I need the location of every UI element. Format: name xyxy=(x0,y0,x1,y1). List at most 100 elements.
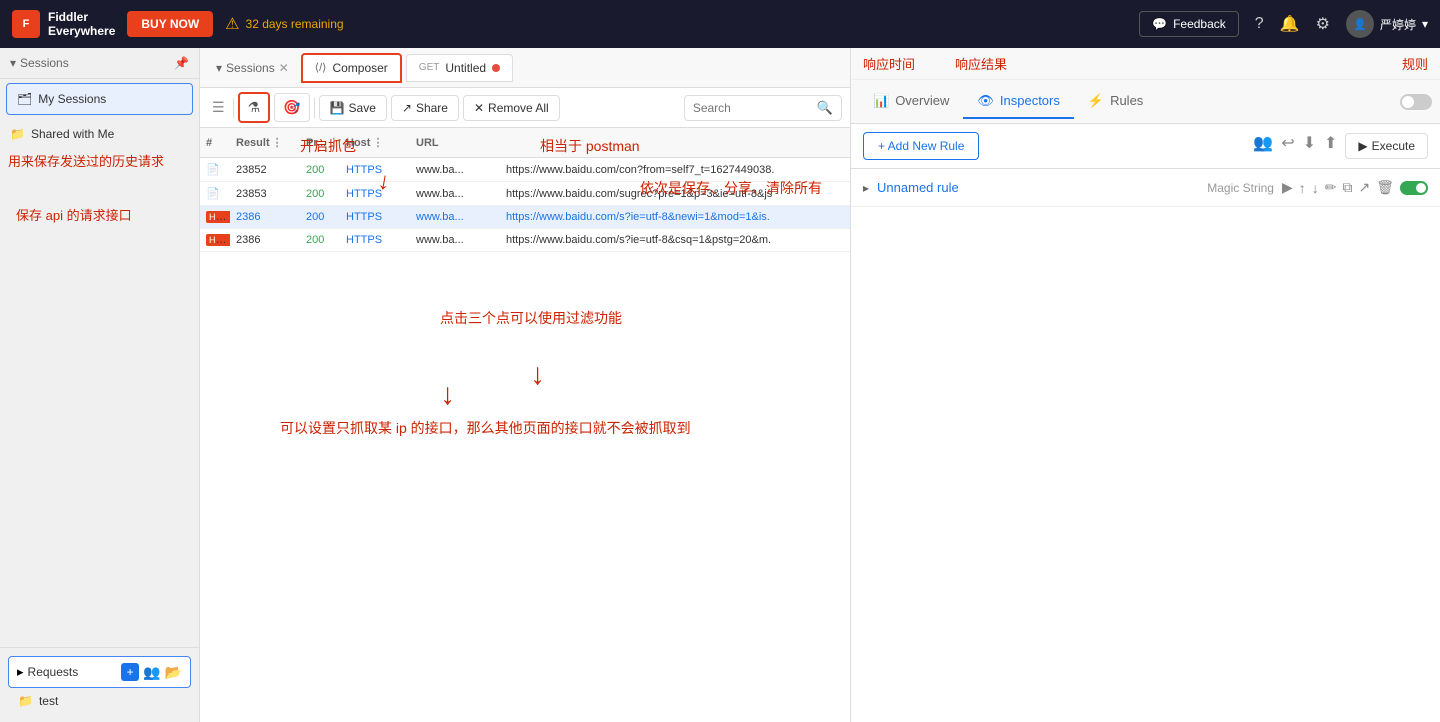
help-icon[interactable]: ? xyxy=(1255,15,1264,33)
pin-icon[interactable]: 📌 xyxy=(174,56,189,70)
remove-all-button[interactable]: ✕ Remove All xyxy=(463,95,560,121)
sessions-label: Sessions xyxy=(20,56,69,70)
bell-icon[interactable]: 🔔 xyxy=(1280,14,1300,34)
unsaved-dot xyxy=(492,64,500,72)
up-rule-icon[interactable]: ↑ xyxy=(1299,180,1306,196)
close-icon[interactable]: ✕ xyxy=(279,61,289,75)
user-area[interactable]: 👤 严婷婷 ▾ xyxy=(1346,10,1428,38)
col-url: URL xyxy=(410,132,500,153)
save-icon: 💾 xyxy=(330,101,345,115)
export-rule-icon[interactable]: ↗ xyxy=(1358,179,1370,196)
rules-tab[interactable]: ⚡ Rules xyxy=(1074,85,1157,119)
add-request-icon[interactable]: + xyxy=(121,663,139,681)
get-badge: GET xyxy=(419,62,440,73)
td-result: 200 xyxy=(300,159,340,181)
buy-now-button[interactable]: BUY NOW xyxy=(127,11,213,37)
table-row[interactable]: 📄 23852 200 HTTPS www.ba... https://www.… xyxy=(200,158,850,182)
td-icon: HTML xyxy=(200,229,230,251)
share-button[interactable]: ↗ Share xyxy=(391,95,459,121)
col-result: Result ⋮ xyxy=(230,132,300,153)
copy-rule-icon[interactable]: ⧉ xyxy=(1342,179,1352,196)
chevron-right-icon: ▸ xyxy=(17,664,24,680)
table-header: # Result ⋮ Pr... ⋮ Host ⋮ URL xyxy=(200,128,850,158)
folder-icon: 🗂 xyxy=(17,92,32,106)
upload-icon[interactable]: ⬆ xyxy=(1324,133,1337,159)
users-icon[interactable]: 👥 xyxy=(143,664,160,681)
folder-icon: 📁 xyxy=(18,694,33,708)
td-protocol: HTTPS xyxy=(340,183,410,205)
composer-tab[interactable]: ⟨/⟩ Composer xyxy=(301,53,402,83)
sessions-tab[interactable]: ▾ Sessions ✕ xyxy=(208,57,297,79)
share-folder-icon: 📁 xyxy=(10,127,25,141)
td-host: www.ba... xyxy=(410,229,500,251)
left-sidebar: ▾ Sessions 📌 🗂 My Sessions 📁 Shared with… xyxy=(0,48,200,722)
target-button[interactable]: 🎯 xyxy=(274,93,309,122)
td-result: 200 xyxy=(300,229,340,251)
traffic-toolbar: ☰ ⚗ 🎯 💾 Save ↗ Share ✕ Remove All 🔍 xyxy=(200,88,850,128)
sessions-table: # Result ⋮ Pr... ⋮ Host ⋮ URL xyxy=(200,128,850,722)
test-folder[interactable]: 📁 test xyxy=(8,688,191,714)
td-result: 200 xyxy=(300,183,340,205)
save-button[interactable]: 💾 Save xyxy=(319,95,387,121)
rule-type: Magic String xyxy=(1207,181,1274,195)
overview-tab[interactable]: 📊 Overview xyxy=(859,85,963,119)
rules-toolbar: + Add New Rule 👥 ↩ ⬇ ⬆ ▶ Execute xyxy=(851,124,1440,169)
tab-bar: ▾ Sessions ✕ ⟨/⟩ Composer GET Untitled xyxy=(200,48,850,88)
annotation-save-api: 保存 api 的请求接口 xyxy=(8,203,191,229)
td-icon: HTML xyxy=(200,206,230,228)
download-icon[interactable]: ⬇ xyxy=(1303,133,1316,159)
table-row[interactable]: 📄 23853 200 HTTPS www.ba... https://www.… xyxy=(200,182,850,206)
avatar: 👤 xyxy=(1346,10,1374,38)
execute-button[interactable]: ▶ Execute xyxy=(1345,133,1428,159)
settings-icon[interactable]: ⚙ xyxy=(1316,14,1330,34)
rule-toggle[interactable] xyxy=(1400,181,1428,195)
rule-chevron-icon[interactable]: ▸ xyxy=(863,181,869,195)
chevron-down-icon: ▾ xyxy=(216,61,222,75)
col-number: # xyxy=(200,132,230,153)
rule-item[interactable]: ▸ Unnamed rule Magic String ▶ ↑ ↓ ✏ ⧉ ↗ … xyxy=(851,169,1440,207)
td-protocol: HTTPS xyxy=(340,229,410,251)
table-row[interactable]: HTML 2386 200 HTTPS www.ba... https://ww… xyxy=(200,206,850,229)
logo-text: Fiddler Everywhere xyxy=(48,10,115,39)
edit-rule-icon[interactable]: ✏ xyxy=(1325,179,1337,196)
feedback-button[interactable]: 💬 Feedback xyxy=(1139,11,1239,37)
composer-tab-label: Composer xyxy=(332,61,387,75)
untitled-tab-label: Untitled xyxy=(445,61,486,75)
table-row[interactable]: HTML 2386 200 HTTPS www.ba... https://ww… xyxy=(200,229,850,252)
test-folder-label: test xyxy=(39,694,58,708)
delete-rule-icon[interactable]: 🗑 xyxy=(1376,179,1394,196)
columns-icon[interactable]: ☰ xyxy=(208,95,229,120)
filter-button[interactable]: ⚗ xyxy=(238,92,271,123)
shared-with-me-label: Shared with Me xyxy=(31,127,114,141)
host-col-menu[interactable]: ⋮ xyxy=(372,136,383,149)
annotation-response-time: 响应时间 xyxy=(863,54,915,73)
share-icon: ↗ xyxy=(402,101,412,115)
down-rule-icon[interactable]: ↓ xyxy=(1312,180,1319,196)
inspectors-tab[interactable]: 👁 Inspectors xyxy=(963,85,1074,119)
remove-icon: ✕ xyxy=(474,101,484,115)
my-sessions-button[interactable]: 🗂 My Sessions xyxy=(6,83,193,115)
sessions-header: ▾ Sessions 📌 xyxy=(0,48,199,79)
rule-actions: ▶ ↑ ↓ ✏ ⧉ ↗ 🗑 xyxy=(1282,179,1428,196)
shared-with-me-button[interactable]: 📁 Shared with Me xyxy=(0,119,199,149)
logo-icon: F xyxy=(12,10,40,38)
search-input[interactable] xyxy=(693,101,813,115)
users-icon[interactable]: 👥 xyxy=(1253,133,1273,159)
add-folder-icon[interactable]: 📂 xyxy=(165,664,182,681)
code-icon: ⟨/⟩ xyxy=(315,61,327,74)
requests-header[interactable]: ▸ Requests + 👥 📂 xyxy=(8,656,191,688)
td-protocol: HTTPS xyxy=(340,159,410,181)
feedback-icon: 💬 xyxy=(1152,17,1167,31)
untitled-tab[interactable]: GET Untitled xyxy=(406,54,513,82)
td-host: www.ba... xyxy=(410,159,500,181)
rules-toggle-switch[interactable] xyxy=(1400,94,1432,110)
sessions-table-area: # Result ⋮ Pr... ⋮ Host ⋮ URL xyxy=(200,128,850,722)
td-number: 2386 xyxy=(230,229,300,251)
protocol-col-menu[interactable]: ⋮ xyxy=(328,136,339,149)
add-new-rule-button[interactable]: + Add New Rule xyxy=(863,132,979,160)
right-tabs: 📊 Overview 👁 Inspectors ⚡ Rules xyxy=(851,80,1440,124)
result-col-menu[interactable]: ⋮ xyxy=(272,136,283,149)
undo-icon[interactable]: ↩ xyxy=(1281,133,1294,159)
play-rule-icon[interactable]: ▶ xyxy=(1282,179,1293,196)
user-name: 严婷婷 xyxy=(1380,16,1416,33)
